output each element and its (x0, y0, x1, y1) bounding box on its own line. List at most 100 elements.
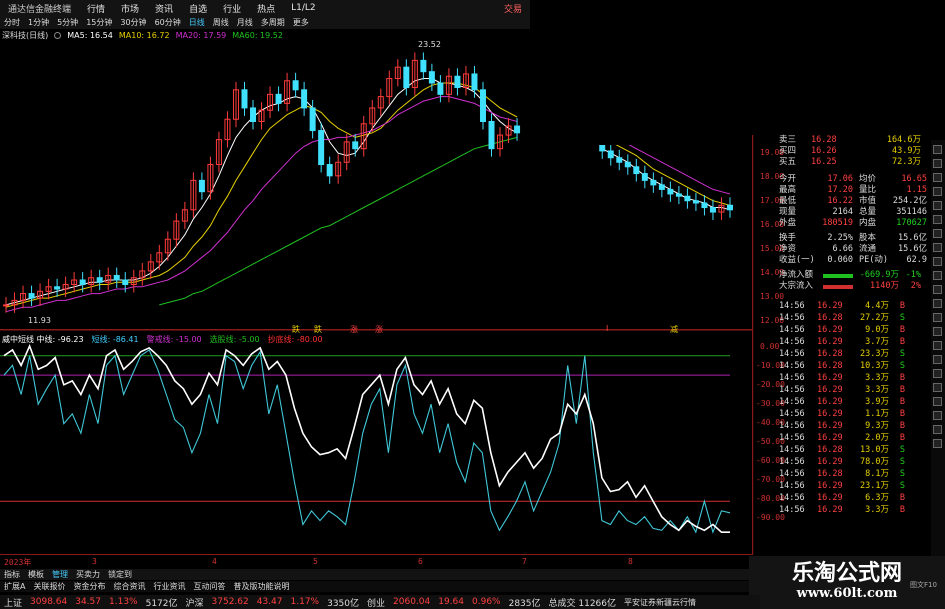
index-name[interactable]: 上证 (4, 596, 22, 609)
info-tab[interactable]: 资金分布 (69, 581, 109, 592)
tick-time: 14:56 (779, 457, 805, 467)
tool-icon[interactable] (933, 201, 942, 210)
tool-icon[interactable] (933, 145, 942, 154)
tick-row: 14:56 16.29 9.3万 B (779, 420, 929, 432)
stat-label: 最低 (779, 196, 797, 206)
money-flow: 净流入额 -669.9万 -1% 大宗流入 1140万 2% (779, 270, 929, 292)
order-label: 买五 (779, 157, 797, 167)
stat-value: 17.06 (827, 174, 853, 184)
tab-template[interactable]: 模板 (24, 569, 48, 580)
stat-label: 股本 (859, 233, 877, 243)
indicator-mid-label: 威中短线 中线: -96.23 (2, 335, 84, 344)
stat-row: 外盘 180519 内盘 170627 (779, 218, 929, 229)
tab-indicator[interactable]: 指标 (0, 569, 24, 580)
overlay-gap (537, 0, 747, 145)
stat-label: 市值 (859, 196, 877, 206)
tick-volume: 6.3万 (865, 493, 889, 503)
tool-icon[interactable] (933, 257, 942, 266)
bs-marker: 减 (670, 325, 678, 334)
tick-side: B (899, 385, 905, 395)
stat-label: 换手 (779, 233, 797, 243)
tick-price: 16.28 (817, 349, 843, 359)
tick-row: 14:56 16.29 3.7万 B (779, 336, 929, 348)
f10-label[interactable]: 图文F10 (910, 580, 937, 590)
tick-row: 14:56 16.29 6.3万 B (779, 492, 929, 504)
tool-icon[interactable] (933, 411, 942, 420)
tick-time: 14:56 (779, 385, 805, 395)
tool-icon[interactable] (933, 355, 942, 364)
stat-row: 换手 2.25% 股本 15.6亿 (779, 233, 929, 244)
stat-label: PE(动) (859, 255, 888, 265)
candle-body (599, 143, 606, 152)
tool-icon[interactable] (933, 173, 942, 182)
flow-row: 大宗流入 1140万 2% (779, 281, 929, 292)
candle-body (709, 207, 716, 213)
tick-volume: 23.1万 (860, 481, 889, 491)
tab-manage[interactable]: 管理 (48, 569, 72, 580)
tick-time: 14:56 (779, 301, 805, 311)
tool-icon[interactable] (933, 243, 942, 252)
tick-side: B (899, 325, 905, 335)
tool-icon[interactable] (933, 229, 942, 238)
stat-value: 2.25% (827, 233, 853, 243)
index-name[interactable]: 创业 (367, 596, 385, 609)
tick-side: S (899, 313, 905, 323)
tool-icon[interactable] (933, 327, 942, 336)
tool-icon[interactable] (933, 187, 942, 196)
tab-lock[interactable]: 锁定到 (104, 569, 136, 580)
tool-icon[interactable] (933, 341, 942, 350)
tool-icon[interactable] (933, 159, 942, 168)
tick-time: 14:56 (779, 373, 805, 383)
x-tick: 8 (628, 557, 633, 566)
x-tick: 4 (212, 557, 217, 566)
tick-price: 16.28 (817, 361, 843, 371)
tick-time: 14:56 (779, 325, 805, 335)
tick-volume: 10.3万 (860, 361, 889, 371)
tool-icon[interactable] (933, 299, 942, 308)
tool-icon[interactable] (933, 313, 942, 322)
tool-icon[interactable] (933, 369, 942, 378)
tick-time: 14:56 (779, 481, 805, 491)
tick-time: 14:56 (779, 445, 805, 455)
tool-icon[interactable] (933, 215, 942, 224)
info-tab[interactable]: 关联报价 (29, 581, 69, 592)
stat-row: 净资 6.66 流通 15.6亿 (779, 244, 929, 255)
tick-price: 16.28 (817, 469, 843, 479)
tool-icon[interactable] (933, 397, 942, 406)
tab-power[interactable]: 买卖力 (72, 569, 104, 580)
order-label: 卖三 (779, 135, 797, 145)
candle-body (607, 150, 614, 159)
info-tab[interactable]: 扩展A (0, 581, 29, 592)
flow-value: -669.9万 (859, 270, 899, 280)
tool-icon[interactable] (933, 271, 942, 280)
candle-body (701, 202, 708, 209)
info-tab[interactable]: 互动问答 (189, 581, 229, 592)
info-tab[interactable]: 综合资讯 (109, 581, 149, 592)
flow-value: 1140万 (870, 281, 899, 291)
ma-line-ma60 (159, 132, 730, 306)
indicator-pick-label: 选股线: -5.00 (209, 335, 260, 344)
index-name[interactable]: 沪深 (186, 596, 204, 609)
indicator-bottom-label: 抄底线: -80.00 (267, 335, 323, 344)
tool-icon[interactable] (933, 425, 942, 434)
tool-icon[interactable] (933, 439, 942, 448)
info-tab[interactable]: 行业资讯 (149, 581, 189, 592)
candle-body (684, 195, 691, 202)
candle-body (113, 274, 120, 281)
candle-body (326, 164, 333, 177)
tick-price: 16.29 (817, 385, 843, 395)
tick-time: 14:56 (779, 409, 805, 419)
tick-time: 14:56 (779, 433, 805, 443)
tool-icon[interactable] (933, 383, 942, 392)
order-price: 16.28 (811, 135, 837, 145)
order-row: 买五 16.25 72.3万 (779, 157, 929, 168)
quote-stats: 今开 17.06 均价 16.65 最高 17.20 量比 1.15 最低 16.22 市值 254.… (779, 174, 929, 266)
tick-side: B (899, 397, 905, 407)
stat-row: 现量 2164 总量 351146 (779, 207, 929, 218)
candle-body (420, 59, 427, 73)
tool-icon[interactable] (933, 285, 942, 294)
tick-price: 16.29 (817, 481, 843, 491)
info-tab[interactable]: 普及版功能说明 (229, 581, 293, 592)
tick-volume: 9.3万 (865, 421, 889, 431)
indicator-line-mid (3, 343, 730, 533)
